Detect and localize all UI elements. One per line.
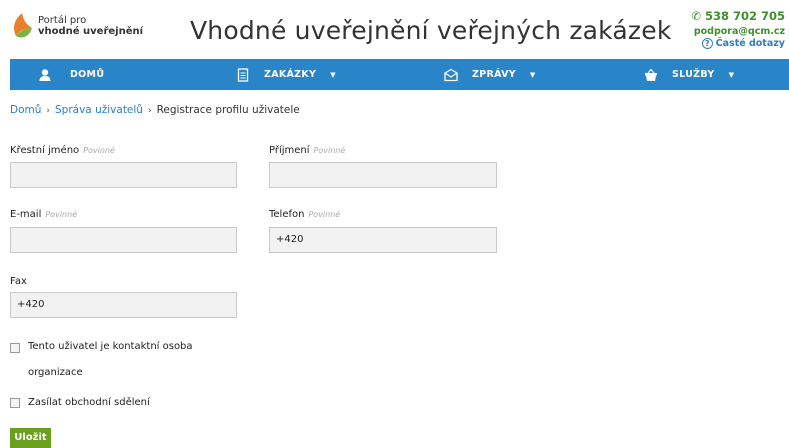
breadcrumb-current: Registrace profilu uživatele [156, 104, 300, 116]
nav-label-services: SLUŽBY [672, 69, 715, 80]
email-label-text: E-mail [10, 209, 42, 220]
nav-item-services[interactable]: SLUŽBY ▼ [644, 59, 734, 90]
breadcrumb-separator: › [46, 106, 51, 116]
first-name-label: Křestní jméno Povinné [10, 145, 115, 156]
nav-item-messages[interactable]: ZPRÁVY ▼ [444, 59, 536, 90]
faq-label: Časté dotazy [715, 38, 785, 49]
breadcrumb-separator: › [147, 106, 152, 116]
contact-info: ✆ 538 702 705 podpora@qcm.cz ? Časté dota… [691, 9, 785, 49]
save-button[interactable]: Uložit [10, 428, 51, 448]
logo-line1: Portál pro [38, 15, 87, 26]
nav-item-home[interactable]: DOMŮ [38, 59, 104, 90]
chevron-down-icon: ▼ [529, 70, 536, 79]
contact-person-label: Tento uživatel je kontaktní osoba organi… [28, 334, 193, 386]
phone-icon: ✆ [691, 9, 705, 23]
first-name-field[interactable] [10, 162, 237, 188]
email-field[interactable] [10, 227, 237, 253]
faq-link[interactable]: ? Časté dotazy [691, 38, 785, 49]
phone-field[interactable]: +420 [269, 227, 497, 253]
last-name-label: Příjmení Povinné [269, 145, 345, 156]
support-email-link[interactable]: podpora@qcm.cz [691, 26, 785, 37]
logo-line2: vhodné uveřejnění [38, 26, 144, 37]
contact-person-checkbox-row[interactable]: Tento uživatel je kontaktní osoba organi… [10, 341, 240, 386]
header: Portál pro vhodné uveřejnění Vhodné uveř… [0, 0, 789, 58]
chevron-down-icon: ▼ [728, 70, 735, 79]
phone-contact[interactable]: ✆ 538 702 705 [691, 9, 785, 23]
phone-label-text: Telefon [269, 209, 305, 220]
required-hint: Povinné [313, 146, 346, 155]
main-navigation: DOMŮ ZAKÁZKY ▼ ZPRÁVY ▼ SLUŽBY ▼ [10, 59, 789, 90]
first-name-label-text: Křestní jméno [10, 145, 80, 156]
envelope-icon [444, 68, 458, 81]
last-name-label-text: Příjmení [269, 145, 310, 156]
phone-number: 538 702 705 [704, 9, 785, 23]
required-hint: Povinné [83, 146, 115, 155]
fax-field[interactable]: +420 [10, 292, 237, 318]
basket-icon [645, 68, 657, 81]
breadcrumb-users[interactable]: Správa uživatelů [55, 104, 143, 116]
contact-person-checkbox[interactable] [10, 343, 20, 353]
email-label: E-mail Povinné [10, 209, 77, 220]
newsletter-checkbox[interactable] [10, 398, 20, 408]
logo-text[interactable]: Portál pro vhodné uveřejnění [38, 15, 143, 37]
question-icon: ? [701, 38, 713, 49]
last-name-field[interactable] [269, 162, 497, 188]
logo-icon[interactable] [10, 12, 34, 40]
newsletter-checkbox-row[interactable]: Zasílat obchodní sdělení [10, 397, 150, 408]
breadcrumb-home[interactable]: Domů [10, 104, 41, 116]
nav-label-home: DOMŮ [70, 69, 105, 80]
nav-label-messages: ZPRÁVY [472, 69, 516, 80]
nav-item-orders[interactable]: ZAKÁZKY ▼ [236, 59, 336, 90]
contact-person-label-line2: organizace [28, 367, 83, 378]
user-icon [39, 68, 51, 81]
fax-label: Fax [10, 276, 27, 287]
newsletter-label: Zasílat obchodní sdělení [28, 397, 150, 408]
contact-person-label-line1: Tento uživatel je kontaktní osoba [28, 341, 193, 352]
required-hint: Povinné [308, 210, 341, 219]
chevron-down-icon: ▼ [330, 70, 336, 79]
phone-label: Telefon Povinné [269, 209, 340, 220]
nav-label-orders: ZAKÁZKY [264, 69, 317, 80]
breadcrumb: Domů › Správa uživatelů › Registrace profilu… [10, 104, 300, 116]
required-hint: Povinné [45, 210, 78, 219]
site-title: Vhodné uveřejnění veřejných zakázek [190, 16, 672, 45]
document-icon [237, 67, 249, 82]
